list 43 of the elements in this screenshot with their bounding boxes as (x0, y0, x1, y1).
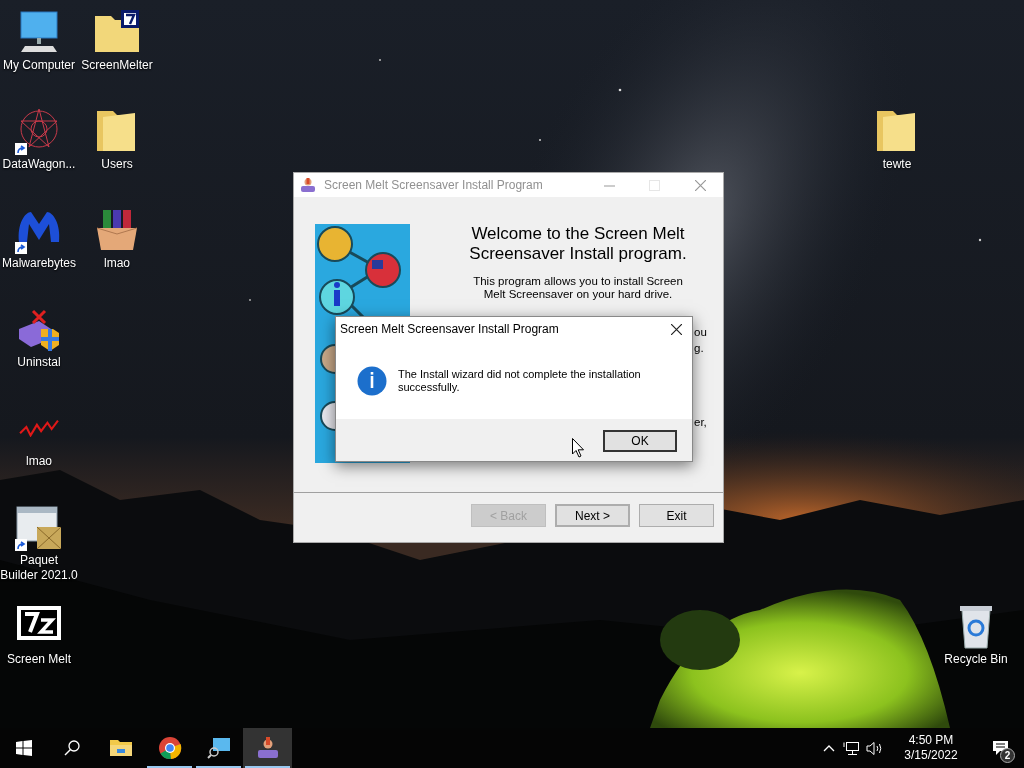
partial-text: ou (694, 326, 707, 339)
clock-time[interactable]: 4:50 PM (908, 733, 954, 748)
desktop-icon-label[interactable]: ScreenMelter (78, 58, 156, 73)
clock-date[interactable]: 3/15/2022 (904, 748, 958, 763)
desktop-icon-label[interactable]: Screen Melt (0, 652, 78, 667)
search-icon[interactable] (64, 740, 80, 756)
info-icon (357, 366, 387, 396)
taskbar-app-button[interactable] (243, 728, 292, 768)
chevron-up-icon[interactable] (823, 744, 835, 752)
wizard-button[interactable]: Next > (555, 504, 630, 527)
maximize-icon (649, 179, 660, 191)
intro-text: This program allows you to install Screen Melt Screensaver on your hard drive. (472, 275, 684, 301)
welcome-heading: Welcome to the Screen Melt Screensaver Install program. (468, 224, 688, 264)
monitor-magnifier-icon (206, 736, 231, 760)
start-icon[interactable] (16, 740, 32, 756)
desktop-icon-label[interactable]: Malwarebytes (0, 256, 78, 271)
partial-text: g. (694, 342, 704, 355)
desktop-icon-label[interactable]: My Computer (0, 58, 78, 73)
volume-icon[interactable] (866, 740, 884, 756)
desktop-icon-label[interactable]: lmao (0, 454, 78, 469)
desktop-icon-label[interactable]: Uninstal (0, 355, 78, 370)
notification-badge: 2 (1000, 748, 1015, 763)
desktop-icon-label[interactable]: DataWagon... (0, 157, 78, 172)
desktop-icon-label[interactable]: Paquet Builder 2021.0 (0, 553, 78, 583)
network-icon[interactable] (843, 740, 860, 756)
desktop-icon-label[interactable]: lmao (78, 256, 156, 271)
mouse-cursor-icon (572, 438, 585, 458)
close-icon[interactable] (671, 323, 682, 335)
installer-app-icon (300, 177, 316, 193)
wizard-button[interactable]: Exit (639, 504, 714, 527)
installer-app-icon (255, 736, 280, 760)
notification-button[interactable]: 2 (976, 728, 1024, 768)
scribble-icon[interactable] (19, 419, 59, 437)
desktop-icon-label[interactable]: Recycle Bin (937, 652, 1015, 667)
window-title: Screen Melt Screensaver Install Program (324, 177, 543, 194)
package-builder-icon[interactable] (15, 503, 63, 551)
partial-text: er, (694, 416, 707, 429)
dialog-message: The Install wizard did not complete the installation successfully. (398, 368, 642, 394)
ok-button[interactable]: OK (603, 430, 677, 452)
desktop-icon-label[interactable]: tewte (858, 157, 936, 172)
desktop-icon-label[interactable]: Users (78, 157, 156, 172)
dialog-title: Screen Melt Screensaver Install Program (340, 321, 559, 338)
chrome-icon (157, 736, 182, 760)
